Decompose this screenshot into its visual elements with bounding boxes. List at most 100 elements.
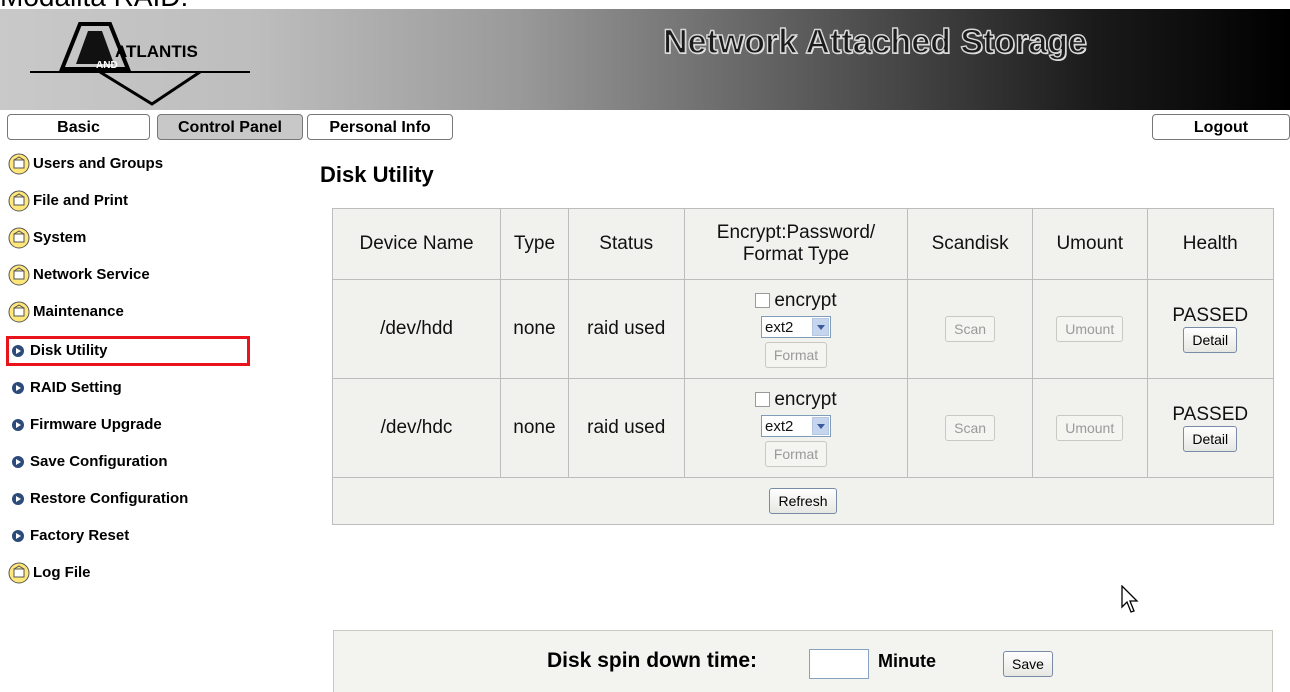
folder-globe-icon xyxy=(8,190,30,212)
encrypt-label: encrypt xyxy=(774,389,837,410)
scan-button[interactable]: Scan xyxy=(945,316,996,342)
sidebar-item-label: File and Print xyxy=(33,192,129,209)
sidebar-item-label: Save Configuration xyxy=(30,453,168,470)
col-header-type: Type xyxy=(500,208,569,280)
sidebar-item-raid-setting[interactable]: RAID Setting xyxy=(8,372,122,404)
col-header-encrypt-line1: Encrypt:Password/ xyxy=(716,222,876,243)
scan-button[interactable]: Scan xyxy=(945,415,996,441)
cell-encrypt: encrypt ext2 Format xyxy=(683,279,909,379)
bullet-icon xyxy=(12,493,24,506)
chevron-down-icon xyxy=(811,417,829,435)
refresh-cell: Refresh xyxy=(332,477,1274,525)
format-type-select[interactable]: ext2 xyxy=(760,316,831,338)
table-row: /dev/hdc none raid used encrypt ext2 For… xyxy=(331,378,1275,478)
folder-globe-icon xyxy=(8,227,30,249)
umount-button[interactable]: Umount xyxy=(1056,415,1124,441)
cell-scandisk: Scan xyxy=(907,378,1033,478)
cell-scandisk: Scan xyxy=(907,279,1033,379)
cell-status: raid used xyxy=(567,378,685,478)
bullet-icon xyxy=(12,456,24,469)
sidebar-item-label: Firmware Upgrade xyxy=(30,416,162,433)
encrypt-checkbox[interactable] xyxy=(755,293,771,309)
spin-down-panel: Disk spin down time: Minute Save xyxy=(333,630,1273,692)
col-header-umount: Umount xyxy=(1031,208,1148,280)
sidebar-item-label: Log File xyxy=(33,564,91,581)
sidebar-item-label: RAID Setting xyxy=(30,379,122,396)
sidebar-item-file-and-print[interactable]: File and Print xyxy=(8,185,128,217)
sidebar-item-label: System xyxy=(33,229,87,246)
sidebar-item-label: Users and Groups xyxy=(33,155,164,172)
sidebar-item-firmware-upgrade[interactable]: Firmware Upgrade xyxy=(8,409,162,441)
sidebar-item-system[interactable]: System xyxy=(8,222,86,254)
cell-encrypt: encrypt ext2 Format xyxy=(683,378,909,478)
save-button[interactable]: Save xyxy=(1003,651,1053,677)
refresh-row: Refresh xyxy=(332,477,1274,525)
tab-basic[interactable]: Basic xyxy=(7,114,150,140)
bullet-icon xyxy=(12,530,24,543)
cell-umount: Umount xyxy=(1031,279,1148,379)
selected-item-highlight xyxy=(6,336,250,366)
sidebar-item-save-configuration[interactable]: Save Configuration xyxy=(8,446,168,478)
header-banner: ATLANTIS AND Network Attached Storage xyxy=(0,9,1290,110)
col-header-device-name: Device Name xyxy=(331,208,502,280)
folder-globe-icon xyxy=(8,562,30,584)
sidebar-item-label: Factory Reset xyxy=(30,527,130,544)
atlantis-logo: ATLANTIS AND xyxy=(30,22,250,106)
sidebar-item-factory-reset[interactable]: Factory Reset xyxy=(8,520,129,552)
col-header-encrypt: Encrypt:Password/ Format Type xyxy=(683,208,909,280)
tab-personal-info[interactable]: Personal Info xyxy=(307,114,453,140)
tab-control-panel[interactable]: Control Panel xyxy=(157,114,303,140)
format-type-value: ext2 xyxy=(764,418,794,435)
sidebar-item-users-and-groups[interactable]: Users and Groups xyxy=(8,148,163,180)
spin-down-input[interactable] xyxy=(809,649,869,679)
spin-down-label: Disk spin down time: xyxy=(547,649,758,672)
sidebar-item-label: Network Service xyxy=(33,266,150,283)
detail-button[interactable]: Detail xyxy=(1183,426,1238,452)
col-header-health: Health xyxy=(1146,208,1275,280)
sidebar-item-maintenance[interactable]: Maintenance xyxy=(8,296,124,328)
svg-text:ATLANTIS: ATLANTIS xyxy=(115,42,198,61)
cell-device: /dev/hdc xyxy=(331,378,502,478)
sidebar-item-restore-configuration[interactable]: Restore Configuration xyxy=(8,483,188,515)
folder-globe-icon xyxy=(8,264,30,286)
disk-table: Device Name Type Status Encrypt:Password… xyxy=(331,208,1275,525)
health-status: PASSED xyxy=(1172,404,1249,425)
encrypt-checkbox[interactable] xyxy=(755,392,771,408)
bullet-icon xyxy=(12,382,24,395)
cell-health: PASSED Detail xyxy=(1146,279,1275,379)
format-button[interactable]: Format xyxy=(764,441,828,467)
col-header-scandisk: Scandisk xyxy=(907,208,1033,280)
bullet-icon xyxy=(12,419,24,432)
sidebar-item-log-file[interactable]: Log File xyxy=(8,557,91,589)
table-row: /dev/hdd none raid used encrypt ext2 For… xyxy=(331,279,1275,379)
sidebar-item-label: Restore Configuration xyxy=(30,490,189,507)
health-status: PASSED xyxy=(1172,305,1249,326)
cell-status: raid used xyxy=(567,279,685,379)
format-type-select[interactable]: ext2 xyxy=(760,415,831,437)
chevron-down-icon xyxy=(811,318,829,336)
col-header-encrypt-line2: Format Type xyxy=(742,244,850,265)
encrypt-label: encrypt xyxy=(774,290,837,311)
refresh-button[interactable]: Refresh xyxy=(769,488,837,514)
spin-down-unit: Minute xyxy=(878,651,936,671)
cell-health: PASSED Detail xyxy=(1146,378,1275,478)
folder-globe-icon xyxy=(8,153,30,175)
banner-title: Network Attached Storage xyxy=(662,22,1087,61)
umount-button[interactable]: Umount xyxy=(1056,316,1124,342)
page-title: Disk Utility xyxy=(320,162,434,187)
cell-device: /dev/hdd xyxy=(331,279,502,379)
cell-type: none xyxy=(500,279,569,379)
format-button[interactable]: Format xyxy=(764,342,828,368)
sidebar-item-label: Maintenance xyxy=(33,303,124,320)
sidebar-item-network-service[interactable]: Network Service xyxy=(8,259,150,291)
cell-type: none xyxy=(500,378,569,478)
col-header-status: Status xyxy=(567,208,685,280)
cell-umount: Umount xyxy=(1031,378,1148,478)
mouse-cursor-icon xyxy=(1121,585,1139,613)
format-type-value: ext2 xyxy=(764,319,794,336)
folder-globe-icon xyxy=(8,301,30,323)
detail-button[interactable]: Detail xyxy=(1183,327,1238,353)
top-tabs: Basic Control Panel Personal Info Logout xyxy=(0,114,1290,142)
logout-button[interactable]: Logout xyxy=(1152,114,1290,140)
svg-text:AND: AND xyxy=(96,60,118,71)
